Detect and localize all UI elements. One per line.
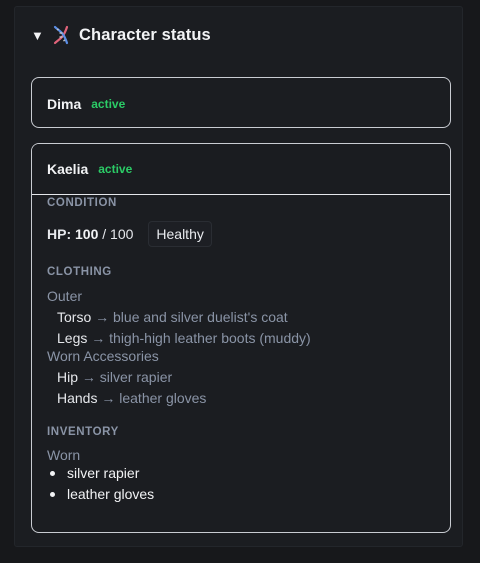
character-card-dima[interactable]: Dima active [31, 77, 451, 128]
character-card-kaelia: Kaelia active CONDITION HP: 100 / 100 He… [31, 143, 451, 533]
accessory-item: Hands → leather gloves [47, 388, 435, 409]
hp-readout: HP: 100 / 100 [47, 226, 133, 242]
character-card-header[interactable]: Dima active [32, 78, 450, 130]
list-item: silver rapier [47, 463, 435, 484]
panel-header-toggle[interactable]: ▼ Character status [31, 25, 211, 45]
worn-items-list: silver rapier leather gloves [47, 463, 435, 505]
panel-title: Character status [79, 25, 211, 44]
list-item: leather gloves [47, 484, 435, 505]
worn-subheading: Worn [47, 447, 81, 463]
arrow: → [101, 389, 120, 406]
dna-icon [51, 25, 71, 45]
character-name: Dima [47, 96, 82, 112]
arrow: → [95, 309, 114, 325]
collapse-caret-icon[interactable]: ▼ [31, 28, 44, 43]
slot-label: Legs [57, 329, 88, 346]
character-card-header[interactable]: Kaelia active [32, 144, 450, 195]
hp-max: / 100 [102, 226, 134, 242]
slot-label: Torso [57, 309, 92, 325]
character-details: CONDITION HP: 100 / 100 Healthy CLOTHING… [32, 195, 450, 505]
hp-row: HP: 100 / 100 Healthy [47, 221, 435, 247]
clothing-item: Legs → thigh-high leather boots (muddy) [47, 328, 435, 349]
slot-value: leather gloves [119, 389, 207, 406]
arrow: → [91, 329, 110, 346]
hp-prefix: HP: [47, 226, 75, 242]
status-badge: active [91, 97, 126, 111]
character-name: Kaelia [47, 161, 89, 177]
slot-value: silver rapier [99, 369, 173, 385]
slot-label: Hands [57, 389, 98, 406]
status-badge: active [98, 162, 133, 176]
outer-subheading: Outer [47, 288, 83, 304]
health-status-badge: Healthy [148, 221, 212, 247]
slot-label: Hip [57, 369, 79, 385]
character-status-panel: ▼ Character status Dima active Kaelia ac… [14, 6, 463, 547]
condition-section-label: CONDITION [47, 197, 117, 209]
arrow: → [81, 369, 100, 385]
worn-accessories-subheading: Worn Accessories [47, 348, 159, 364]
clothing-item: Torso → blue and silver duelist's coat [47, 307, 435, 328]
slot-value: blue and silver duelist's coat [113, 309, 288, 325]
clothing-section-label: CLOTHING [47, 266, 112, 278]
slot-value: thigh-high leather boots (muddy) [109, 329, 311, 346]
accessory-item: Hip → silver rapier [47, 367, 435, 388]
inventory-section-label: INVENTORY [47, 426, 119, 438]
hp-current: 100 [75, 226, 103, 242]
